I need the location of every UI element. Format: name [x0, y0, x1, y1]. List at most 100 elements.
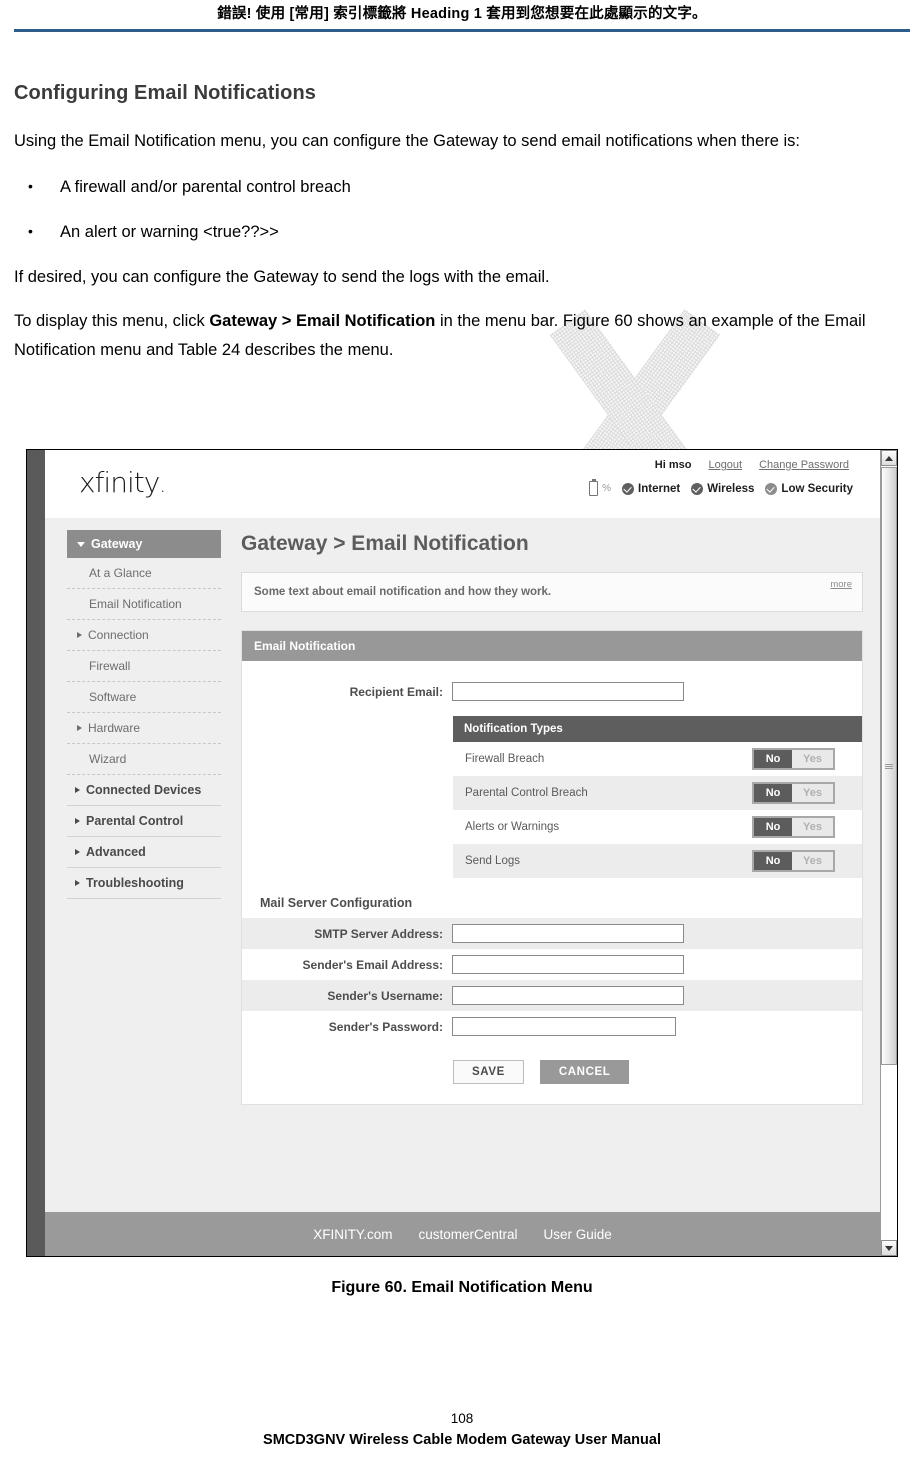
scroll-down-button[interactable] — [881, 1240, 897, 1256]
change-password-link[interactable]: Change Password — [759, 459, 849, 471]
sidebar-item-label: Troubleshooting — [86, 876, 184, 890]
list-item: An alert or warning <true??>> — [14, 217, 910, 247]
battery-icon — [589, 479, 599, 496]
chevron-right-icon — [75, 818, 80, 824]
list-item: A firewall and/or parental control breac… — [14, 172, 910, 202]
sidebar-item-connected-devices[interactable]: Connected Devices — [67, 775, 221, 806]
recipient-email-input[interactable] — [452, 682, 684, 701]
sidebar-item-software[interactable]: Software — [67, 682, 221, 713]
sender-username-row: Sender's Username: — [242, 980, 862, 1011]
sidebar-item-label: Parental Control — [86, 814, 184, 828]
wireless-status: Wireless — [691, 482, 755, 495]
alerts-or-warnings-toggle[interactable]: No Yes — [752, 816, 835, 838]
battery-percent-label: % — [602, 483, 612, 494]
navigation-paragraph: To display this menu, click Gateway > Em… — [14, 307, 910, 365]
chevron-right-icon — [75, 880, 80, 886]
toggle-option-no[interactable]: No — [754, 852, 793, 870]
scrollbar-grip-icon — [885, 763, 893, 770]
bullet-list: A firewall and/or parental control breac… — [14, 172, 910, 247]
table-row: Firewall Breach No Yes — [453, 742, 862, 776]
firewall-breach-toggle[interactable]: No Yes — [752, 748, 835, 770]
sidebar-item-label: Firewall — [89, 659, 131, 673]
smtp-server-label: SMTP Server Address: — [314, 926, 443, 941]
toggle-option-yes[interactable]: Yes — [792, 852, 833, 870]
chevron-up-icon — [885, 455, 893, 461]
sidebar-item-parental-control[interactable]: Parental Control — [67, 806, 221, 837]
chevron-right-icon — [77, 725, 82, 731]
sidebar-item-wizard[interactable]: Wizard — [67, 744, 221, 775]
toggle-option-yes[interactable]: Yes — [792, 784, 833, 802]
toggle-option-no[interactable]: No — [754, 818, 793, 836]
sender-email-input[interactable] — [452, 955, 684, 974]
document-footer: SMCD3GNV Wireless Cable Modem Gateway Us… — [263, 1432, 661, 1448]
toggle-option-no[interactable]: No — [754, 784, 793, 802]
sender-email-label: Sender's Email Address: — [302, 957, 443, 972]
embedded-screenshot: xfinity. Hi mso Logout Change Password %… — [26, 449, 898, 1257]
footer-link-xfinity[interactable]: XFINITY.com — [313, 1227, 392, 1242]
sidebar-item-label: Software — [89, 690, 137, 704]
page-title: Configuring Email Notifications — [14, 82, 316, 104]
sidebar-item-label: At a Glance — [89, 566, 152, 580]
more-link[interactable]: more — [830, 579, 852, 590]
sidebar-item-label: Connection — [88, 628, 149, 642]
toggle-option-yes[interactable]: Yes — [792, 750, 833, 768]
sidebar-item-email-notification[interactable]: Email Notification — [67, 589, 221, 620]
account-bar: Hi mso Logout Change Password — [655, 459, 849, 471]
save-button[interactable]: SAVE — [453, 1060, 524, 1084]
toggle-option-yes[interactable]: Yes — [792, 818, 833, 836]
sidebar-item-label: Advanced — [86, 845, 146, 859]
shield-check-icon — [765, 482, 778, 495]
sidebar-item-firewall[interactable]: Firewall — [67, 651, 221, 682]
vertical-scrollbar[interactable] — [880, 450, 897, 1256]
check-circle-icon — [691, 482, 704, 495]
xfinity-logo: xfinity. — [79, 466, 166, 499]
scrollbar-thumb[interactable] — [881, 467, 897, 1065]
sidebar-item-troubleshooting[interactable]: Troubleshooting — [67, 868, 221, 899]
logout-link[interactable]: Logout — [708, 459, 742, 471]
site-footer: XFINITY.com customerCentral User Guide — [45, 1212, 880, 1256]
cancel-button[interactable]: CANCEL — [539, 1060, 630, 1084]
sidebar-item-gateway[interactable]: Gateway — [67, 530, 221, 558]
email-notification-panel: Email Notification Recipient Email: Noti… — [241, 630, 863, 1105]
internet-label: Internet — [638, 482, 681, 495]
info-banner: Some text about email notification and h… — [241, 572, 863, 612]
parental-control-breach-toggle[interactable]: No Yes — [752, 782, 835, 804]
sidebar-item-label: Hardware — [88, 721, 141, 735]
notification-type-label: Send Logs — [465, 855, 520, 867]
notification-type-label: Firewall Breach — [465, 753, 545, 765]
panel-body: Recipient Email: Notification Types Fire… — [242, 661, 862, 1104]
smtp-server-input[interactable] — [452, 924, 684, 943]
sidebar-item-at-a-glance[interactable]: At a Glance — [67, 558, 221, 589]
security-status: Low Security — [765, 482, 853, 495]
page-content: Gateway At a Glance Email Notification C… — [45, 518, 897, 1212]
sender-username-input[interactable] — [452, 986, 684, 1005]
footer-link-customer-central[interactable]: customerCentral — [418, 1227, 517, 1242]
recipient-email-row: Recipient Email: — [242, 677, 862, 706]
chevron-right-icon — [75, 787, 80, 793]
table-row: Send Logs No Yes — [453, 844, 862, 878]
sidebar-item-connection[interactable]: Connection — [67, 620, 221, 651]
sidebar-item-hardware[interactable]: Hardware — [67, 713, 221, 744]
table-row: Alerts or Warnings No Yes — [453, 810, 862, 844]
nav-prefix: To display this menu, click — [14, 312, 210, 330]
sidebar: Gateway At a Glance Email Notification C… — [45, 518, 233, 1212]
figure-caption: Figure 60. Email Notification Menu — [331, 1279, 593, 1296]
document-body: Configuring Email Notifications Using th… — [0, 32, 924, 365]
wireless-label: Wireless — [707, 482, 755, 495]
notification-type-label: Alerts or Warnings — [465, 821, 560, 833]
send-logs-toggle[interactable]: No Yes — [752, 850, 835, 872]
footer-link-user-guide[interactable]: User Guide — [544, 1227, 612, 1242]
notification-types-table: Notification Types Firewall Breach No Ye… — [453, 716, 862, 878]
sidebar-item-advanced[interactable]: Advanced — [67, 837, 221, 868]
notification-type-label: Parental Control Breach — [465, 787, 588, 799]
window-left-rail — [27, 450, 45, 1256]
scroll-up-button[interactable] — [881, 450, 897, 466]
sidebar-item-label: Gateway — [91, 537, 143, 551]
brand-text: xfinity — [79, 466, 160, 499]
browser-viewport: xfinity. Hi mso Logout Change Password %… — [45, 450, 897, 1256]
sender-email-row: Sender's Email Address: — [242, 949, 862, 980]
sender-password-input[interactable] — [452, 1017, 676, 1036]
toggle-option-no[interactable]: No — [754, 750, 793, 768]
chevron-right-icon — [77, 632, 82, 638]
chevron-down-icon — [885, 1245, 893, 1251]
